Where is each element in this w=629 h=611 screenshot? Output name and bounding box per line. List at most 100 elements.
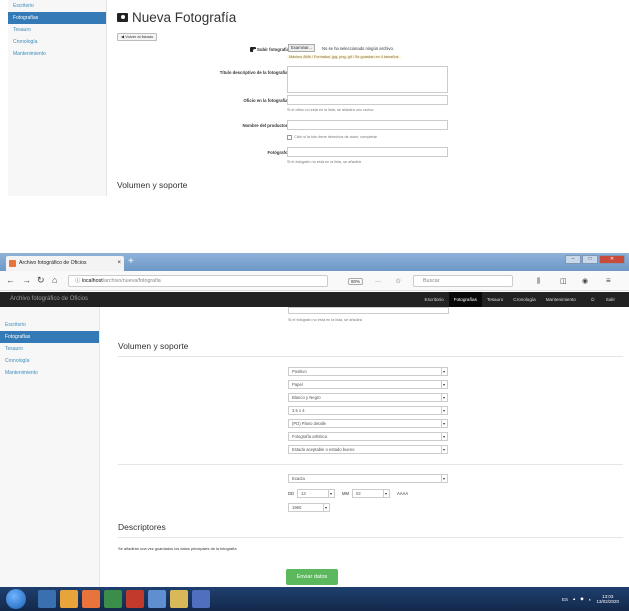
sidebar-item-escritorio[interactable]: Escritorio (8, 0, 106, 12)
genre-select[interactable]: Fotografía artística (288, 432, 448, 441)
sidebar-item-mantenimiento[interactable]: Mantenimiento (0, 367, 99, 379)
select-value: Fotografía artística (292, 434, 327, 439)
tab-bar: Archivo fotográfico de Oficios × + – □ ✕ (0, 253, 629, 271)
sidebar-item-fotografias[interactable]: Fotografías (0, 331, 99, 343)
photographer-label: Fotógrafo: (267, 150, 289, 155)
select-value: Estado aceptable o estado bueno (292, 447, 355, 452)
back-button[interactable]: ◀ Volver al listado (117, 33, 158, 41)
close-window-button[interactable]: ✕ (599, 255, 625, 264)
browser-tab[interactable]: Archivo fotográfico de Oficios × (6, 256, 124, 271)
zoom-indicator[interactable]: 80% (348, 278, 364, 285)
reload-icon[interactable]: ↻ (37, 275, 45, 286)
menu-salir[interactable]: ⏻ Salir (581, 292, 625, 307)
editor-task-icon[interactable] (148, 590, 166, 608)
photos-task-icon[interactable] (192, 590, 210, 608)
url-host: localhost (81, 278, 103, 284)
chevron-down-icon (441, 446, 447, 453)
day-select[interactable]: 13 (297, 489, 335, 498)
menu-fotografias[interactable]: Fotografías (448, 292, 482, 307)
more-icon[interactable]: ··· (375, 277, 381, 288)
explorer-task-icon[interactable] (60, 590, 78, 608)
url-bar[interactable]: ⓘ localhost/archivo/nueva/fotografia (68, 275, 328, 287)
select-value: Positivo (292, 369, 307, 374)
app-brand[interactable]: Archivo fotográfico de Oficios (10, 292, 88, 307)
menu-mantenimiento[interactable]: Mantenimiento (541, 292, 581, 307)
back-arrow-icon[interactable]: ← (6, 275, 15, 286)
folder-task-icon[interactable] (170, 590, 188, 608)
photographer-hint: Si el fotógrafo no está en la lista, se … (288, 318, 362, 322)
menu-salir-label: Salir (605, 297, 615, 302)
menu-cronologia[interactable]: Cronología (508, 292, 540, 307)
account-icon[interactable]: ◉ (582, 276, 588, 287)
sidebar-item-escritorio[interactable]: Escritorio (0, 319, 99, 331)
opera-task-icon[interactable] (126, 590, 144, 608)
star-icon[interactable]: ☆ (395, 276, 401, 287)
condition-select[interactable]: Estado aceptable o estado bueno (288, 445, 448, 454)
rights-checkbox-label: Click si la foto tiene derechos de autor… (294, 135, 377, 139)
top-form-panel: Escritorio Fotografías Tesauro Cronologí… (0, 0, 629, 196)
office-hint: Si el oficio no está en la lista, se aña… (287, 108, 374, 112)
submit-button[interactable]: Enviar datos (286, 569, 338, 585)
sidebar-item-tesauro[interactable]: Tesauro (0, 343, 99, 355)
support-type-select[interactable]: Papel (288, 380, 448, 389)
volume-icon[interactable]: ◐ (589, 597, 592, 602)
camera-icon (249, 47, 258, 54)
sidebar-item-fotografias[interactable]: Fotografías (8, 12, 106, 24)
photographer-hint: Si el fotógrafo no está en la lista, se … (287, 160, 361, 164)
shot-type-select[interactable]: (PD) Plano detalle (288, 419, 448, 428)
desc-title-textarea[interactable] (287, 66, 448, 93)
menu-icon[interactable]: ≡ (606, 275, 611, 286)
year-label: AAAA (397, 491, 409, 496)
sidebar-item-cronologia[interactable]: Cronología (8, 36, 106, 48)
chevron-down-icon (441, 394, 447, 401)
browse-button[interactable]: Examinar... (288, 44, 315, 52)
select-value: Papel (292, 382, 303, 387)
date-precision-select[interactable]: Exacta (288, 474, 448, 483)
month-select[interactable]: 02 (352, 489, 390, 498)
network-icon[interactable]: ◆ (580, 596, 583, 602)
photographer-input[interactable] (287, 147, 448, 157)
start-button[interactable] (6, 589, 26, 609)
upload-hint: Máximo 8Mb / Formatos: jpg, png, gif / S… (287, 55, 401, 59)
ie-task-icon[interactable] (38, 590, 56, 608)
sidebar-item-tesauro[interactable]: Tesauro (8, 24, 106, 36)
menu-escritorio[interactable]: Escritorio (420, 292, 449, 307)
firefox-task-icon[interactable] (82, 590, 100, 608)
office-input[interactable] (287, 95, 448, 105)
producer-input[interactable] (287, 120, 448, 130)
volume-heading: Volumen y soporte (118, 341, 189, 351)
desc-title-label: Título descriptivo de la fotografía: (219, 70, 289, 75)
day-label: DD (288, 491, 295, 496)
chevron-down-icon (441, 381, 447, 388)
sidebar-item-mantenimiento[interactable]: Mantenimiento (8, 48, 106, 60)
rights-checkbox[interactable] (287, 135, 292, 140)
select-value: 02 (356, 491, 361, 496)
upload-label: Subir fotografía (249, 47, 289, 54)
tray-arrow-icon[interactable]: ▴ (573, 596, 575, 602)
select-value: Blanco y Negro (292, 395, 321, 400)
page-title: Nueva Fotografía (117, 10, 236, 25)
photographer-input[interactable] (288, 307, 449, 314)
minimize-button[interactable]: – (565, 255, 581, 264)
menu-tesauro[interactable]: Tesauro (482, 292, 508, 307)
photo-size-select[interactable]: 3.5 x 4 (288, 406, 448, 415)
clock[interactable]: 13:03 13/02/2020 (596, 594, 619, 604)
year-select[interactable]: 1960 (288, 503, 330, 512)
sidebar: Escritorio Fotografías Tesauro Cronologí… (8, 0, 107, 196)
image-tone-select[interactable]: Blanco y Negro (288, 393, 448, 402)
search-input[interactable]: Buscar (413, 275, 513, 287)
forward-arrow-icon[interactable]: → (22, 275, 31, 286)
close-tab-icon[interactable]: × (117, 256, 121, 271)
sidebar-item-cronologia[interactable]: Cronología (0, 355, 99, 367)
library-icon[interactable]: ⫼ (537, 276, 540, 287)
sidebar-icon[interactable]: ◫ (560, 276, 567, 287)
app-task-icon[interactable] (104, 590, 122, 608)
maximize-button[interactable]: □ (582, 255, 598, 264)
image-type-select[interactable]: Positivo (288, 367, 448, 376)
home-icon[interactable]: ⌂ (52, 275, 57, 286)
browser-window: Archivo fotográfico de Oficios × + – □ ✕… (0, 253, 629, 611)
language-indicator[interactable]: ES (562, 597, 568, 602)
logout-icon: ⏻ (590, 297, 596, 302)
new-tab-button[interactable]: + (128, 256, 134, 268)
divider (118, 356, 623, 357)
